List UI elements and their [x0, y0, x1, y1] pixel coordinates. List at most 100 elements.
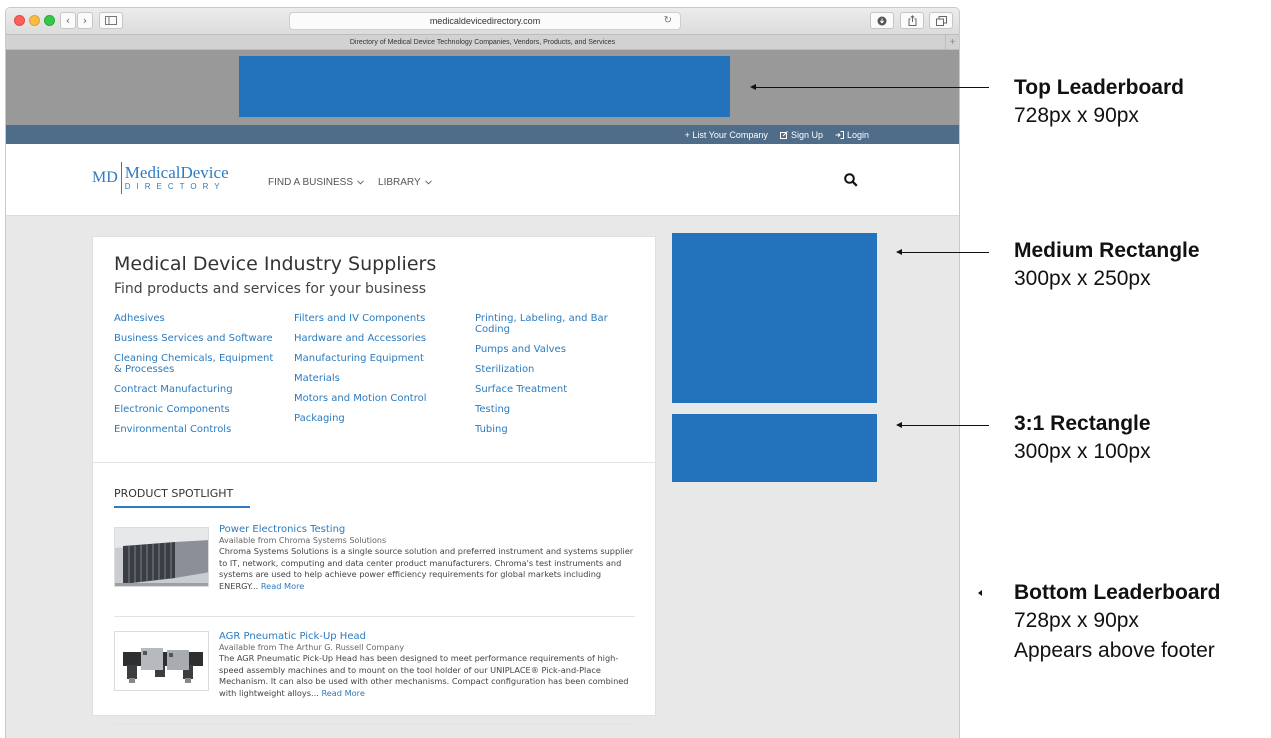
annotation-title: Bottom Leaderboard	[1014, 581, 1221, 604]
annotation-title: Top Leaderboard	[1014, 76, 1184, 99]
logo-md: MD	[92, 162, 122, 194]
logo-subtitle: DIRECTORY	[124, 182, 226, 191]
category-link[interactable]: Hardware and Accessories	[294, 333, 464, 344]
product-vendor: Available from Chroma Systems Solutions	[219, 536, 387, 545]
read-more-link[interactable]: Read More	[321, 688, 364, 698]
chevron-down-icon	[424, 180, 432, 185]
product-info: Power Electronics Testing Available from…	[219, 524, 635, 592]
product-description: Chroma Systems Solutions is a single sou…	[219, 546, 635, 592]
tab-bar: Directory of Medical Device Technology C…	[6, 34, 959, 50]
sidebar-button[interactable]	[99, 12, 123, 29]
category-link[interactable]: Sterilization	[475, 364, 635, 375]
utility-bar: + List Your Company Sign Up Login	[6, 125, 959, 144]
category-link[interactable]: Cleaning Chemicals, Equipment & Processe…	[114, 353, 284, 375]
tabs-overview-button[interactable]	[929, 12, 953, 29]
medium-rectangle-ad[interactable]	[672, 233, 877, 403]
reload-icon[interactable]: ↻	[664, 15, 672, 26]
arrow-medium-rectangle	[901, 252, 989, 253]
suppliers-card: Medical Device Industry Suppliers Find p…	[92, 236, 656, 724]
category-link[interactable]: Materials	[294, 373, 464, 384]
site-header: MD MedicalDevice DIRECTORY FIND A BUSINE…	[6, 144, 959, 216]
new-tab-button[interactable]: +	[945, 35, 959, 50]
category-column-1: Adhesives Business Services and Software…	[114, 313, 284, 444]
arrow-top-leaderboard	[755, 87, 989, 88]
arrowhead-left-icon	[978, 590, 982, 596]
annotation-title: 3:1 Rectangle	[1014, 412, 1151, 435]
category-link[interactable]: Tubing	[475, 424, 635, 435]
site-logo[interactable]: MD MedicalDevice DIRECTORY	[92, 162, 229, 194]
product-title[interactable]: Power Electronics Testing	[219, 524, 635, 536]
read-more-link[interactable]: Read More	[261, 581, 304, 591]
category-link[interactable]: Filters and IV Components	[294, 313, 464, 324]
annotation-size: 728px x 90px	[1014, 609, 1139, 632]
address-bar[interactable]: medicaldevicedirectory.com ↻	[289, 12, 681, 30]
category-column-3: Printing, Labeling, and Bar Coding Pumps…	[475, 313, 635, 444]
category-link[interactable]: Pumps and Valves	[475, 344, 635, 355]
back-button[interactable]: ‹	[60, 12, 76, 29]
sidebar-icon	[105, 16, 117, 25]
browser-toolbar: ‹ › medicaldevicedirectory.com ↻	[6, 8, 959, 34]
nav-library[interactable]: LIBRARY	[378, 177, 432, 188]
downloads-button[interactable]	[870, 12, 894, 29]
spotlight-heading: PRODUCT SPOTLIGHT	[114, 487, 234, 500]
category-link[interactable]: Environmental Controls	[114, 424, 284, 435]
sign-up-label: Sign Up	[790, 129, 823, 140]
server-rack-image	[115, 528, 208, 586]
annotation-medium-rectangle: Medium Rectangle 300px x 250px	[1014, 238, 1200, 294]
tabs-icon	[935, 15, 947, 26]
minimize-window-button[interactable]	[29, 15, 40, 26]
category-link[interactable]: Electronic Components	[114, 404, 284, 415]
nav-find-business-label: FIND A BUSINESS	[268, 177, 354, 188]
login-icon	[835, 130, 844, 139]
category-link[interactable]: Testing	[475, 404, 635, 415]
annotation-title: Medium Rectangle	[1014, 239, 1200, 262]
product-info: AGR Pneumatic Pick-Up Head Available fro…	[219, 631, 635, 699]
login-label: Login	[846, 129, 869, 140]
spotlight-underline	[114, 506, 250, 508]
main-nav: FIND A BUSINESS LIBRARY	[268, 177, 432, 188]
page-title: Medical Device Industry Suppliers	[114, 253, 437, 275]
category-link[interactable]: Manufacturing Equipment	[294, 353, 464, 364]
top-leaderboard-ad[interactable]	[239, 56, 730, 117]
maximize-window-button[interactable]	[44, 15, 55, 26]
download-icon	[877, 16, 887, 25]
category-link[interactable]: Motors and Motion Control	[294, 393, 464, 404]
category-link[interactable]: Packaging	[294, 413, 464, 424]
list-company-link[interactable]: + List Your Company	[685, 130, 768, 140]
annotation-bottom-leaderboard: Bottom Leaderboard 728px x 90px Appears …	[1014, 580, 1221, 666]
section-divider	[93, 462, 655, 463]
chevron-right-icon: ›	[82, 14, 88, 27]
product-title[interactable]: AGR Pneumatic Pick-Up Head	[219, 631, 635, 643]
share-icon	[908, 15, 916, 26]
annotation-top-leaderboard: Top Leaderboard 728px x 90px	[1014, 75, 1184, 131]
browser-window: ‹ › medicaldevicedirectory.com ↻ Directo…	[5, 7, 960, 738]
login-link[interactable]: Login	[835, 130, 869, 140]
pickup-head-image	[115, 632, 208, 690]
address-text: medicaldevicedirectory.com	[429, 16, 541, 26]
category-link[interactable]: Contract Manufacturing	[114, 384, 284, 395]
category-link[interactable]: Business Services and Software	[114, 333, 284, 344]
search-icon[interactable]	[844, 173, 858, 187]
page-subtitle: Find products and services for your busi…	[114, 281, 427, 297]
annotation-three-one-rectangle: 3:1 Rectangle 300px x 100px	[1014, 411, 1151, 467]
nav-library-label: LIBRARY	[378, 177, 421, 188]
product-thumbnail[interactable]	[114, 631, 209, 691]
sign-up-link[interactable]: Sign Up	[779, 129, 823, 140]
category-link[interactable]: Printing, Labeling, and Bar Coding	[475, 313, 635, 335]
chevron-down-icon	[357, 180, 364, 185]
share-button[interactable]	[900, 12, 924, 29]
product-item: AGR Pneumatic Pick-Up Head Available fro…	[114, 631, 635, 724]
product-description: The AGR Pneumatic Pick-Up Head has been …	[219, 653, 635, 699]
annotation-note: Appears above footer	[1014, 639, 1215, 662]
category-link[interactable]: Adhesives	[114, 313, 284, 324]
nav-find-business[interactable]: FIND A BUSINESS	[268, 177, 364, 188]
product-vendor: Available from The Arthur G. Russell Com…	[219, 643, 405, 652]
category-link[interactable]: Surface Treatment	[475, 384, 635, 395]
forward-button[interactable]: ›	[77, 12, 93, 29]
close-window-button[interactable]	[14, 15, 25, 26]
tab-title[interactable]: Directory of Medical Device Technology C…	[350, 39, 615, 46]
three-one-rectangle-ad[interactable]	[672, 414, 877, 482]
web-page: + List Your Company Sign Up Login MD Med…	[6, 50, 959, 738]
arrow-three-one-rectangle	[901, 425, 989, 426]
product-thumbnail[interactable]	[114, 527, 209, 587]
